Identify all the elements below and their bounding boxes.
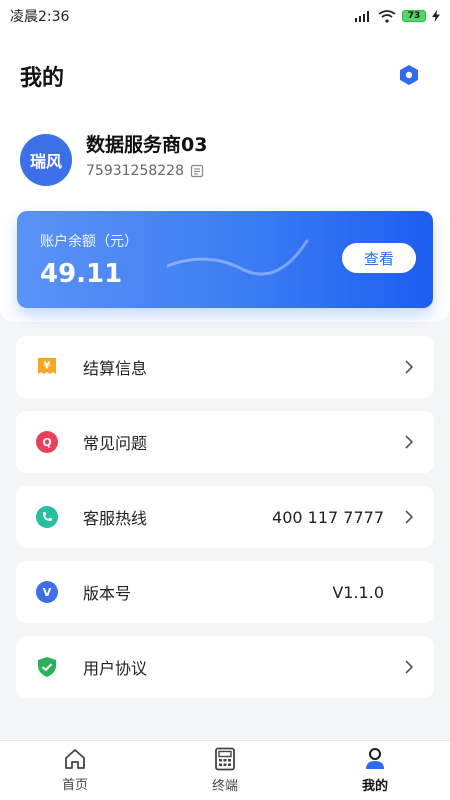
status-bar: 凌晨2:36 73 bbox=[0, 0, 450, 32]
profile-name: 数据服务商03 bbox=[86, 134, 208, 156]
menu-item-settlement[interactable]: ¥ 结算信息 bbox=[16, 336, 434, 398]
page-title: 我的 bbox=[20, 66, 65, 91]
status-time: 凌晨2:36 bbox=[10, 9, 70, 25]
svg-text:Q: Q bbox=[42, 436, 51, 449]
view-balance-button[interactable]: 查看 bbox=[342, 243, 416, 273]
menu-item-agreement[interactable]: 用户协议 bbox=[16, 636, 434, 698]
svg-text:¥: ¥ bbox=[44, 361, 51, 372]
balance-value: 49.11 bbox=[40, 259, 123, 289]
menu-item-version: V 版本号 V1.1.0 bbox=[16, 561, 434, 623]
chevron-right-icon bbox=[405, 435, 414, 449]
nav-label: 终端 bbox=[211, 779, 238, 794]
settings-button[interactable] bbox=[398, 64, 420, 86]
menu-label: 结算信息 bbox=[83, 359, 148, 378]
menu-label: 客服热线 bbox=[83, 509, 148, 528]
svg-text:V: V bbox=[43, 586, 52, 599]
balance-card: 账户余额（元） 49.11 查看 bbox=[17, 211, 433, 308]
chevron-right-icon bbox=[405, 360, 414, 374]
tab-home[interactable]: 首页 bbox=[0, 741, 150, 800]
menu-item-faq[interactable]: Q 常见问题 bbox=[16, 411, 434, 473]
phone-icon bbox=[36, 506, 58, 528]
profile-header: 我的 瑞风 数据服务商03 75931258228 账户余额（元） 49.11 … bbox=[0, 32, 450, 322]
menu-label: 版本号 bbox=[83, 584, 132, 603]
hotline-number: 400 117 7777 bbox=[272, 507, 384, 527]
charging-icon bbox=[432, 10, 440, 22]
wifi-icon bbox=[378, 9, 396, 23]
home-icon bbox=[65, 749, 85, 769]
faq-icon: Q bbox=[36, 431, 58, 453]
balance-label: 账户余额（元） bbox=[40, 234, 138, 250]
bottom-nav: 首页 终端 我的 bbox=[0, 740, 450, 800]
copy-id-button[interactable] bbox=[190, 164, 204, 178]
wave-decoration bbox=[167, 239, 309, 276]
battery-icon: 73 bbox=[402, 10, 426, 22]
status-icons: 73 bbox=[354, 9, 440, 23]
shield-icon bbox=[36, 656, 58, 678]
nav-label: 首页 bbox=[61, 778, 88, 793]
menu-item-hotline[interactable]: 客服热线 400 117 7777 bbox=[16, 486, 434, 548]
chevron-right-icon bbox=[405, 660, 414, 674]
menu-label: 用户协议 bbox=[83, 659, 148, 678]
tab-mine[interactable]: 我的 bbox=[300, 741, 450, 800]
user-icon bbox=[366, 748, 384, 769]
settlement-icon: ¥ bbox=[36, 356, 58, 378]
signal-icon bbox=[355, 11, 369, 22]
settings-hex-icon bbox=[400, 65, 418, 85]
menu-label: 常见问题 bbox=[83, 434, 148, 453]
avatar: 瑞风 bbox=[20, 134, 72, 186]
tab-terminal[interactable]: 终端 bbox=[150, 741, 300, 800]
terminal-icon bbox=[215, 747, 235, 771]
nav-label: 我的 bbox=[361, 779, 388, 794]
version-icon: V bbox=[36, 581, 58, 603]
chevron-right-icon bbox=[405, 510, 414, 524]
version-value: V1.1.0 bbox=[332, 582, 384, 602]
profile-id: 75931258228 bbox=[86, 163, 184, 179]
profile-id-row: 75931258228 bbox=[86, 163, 204, 179]
copy-icon bbox=[190, 164, 204, 178]
